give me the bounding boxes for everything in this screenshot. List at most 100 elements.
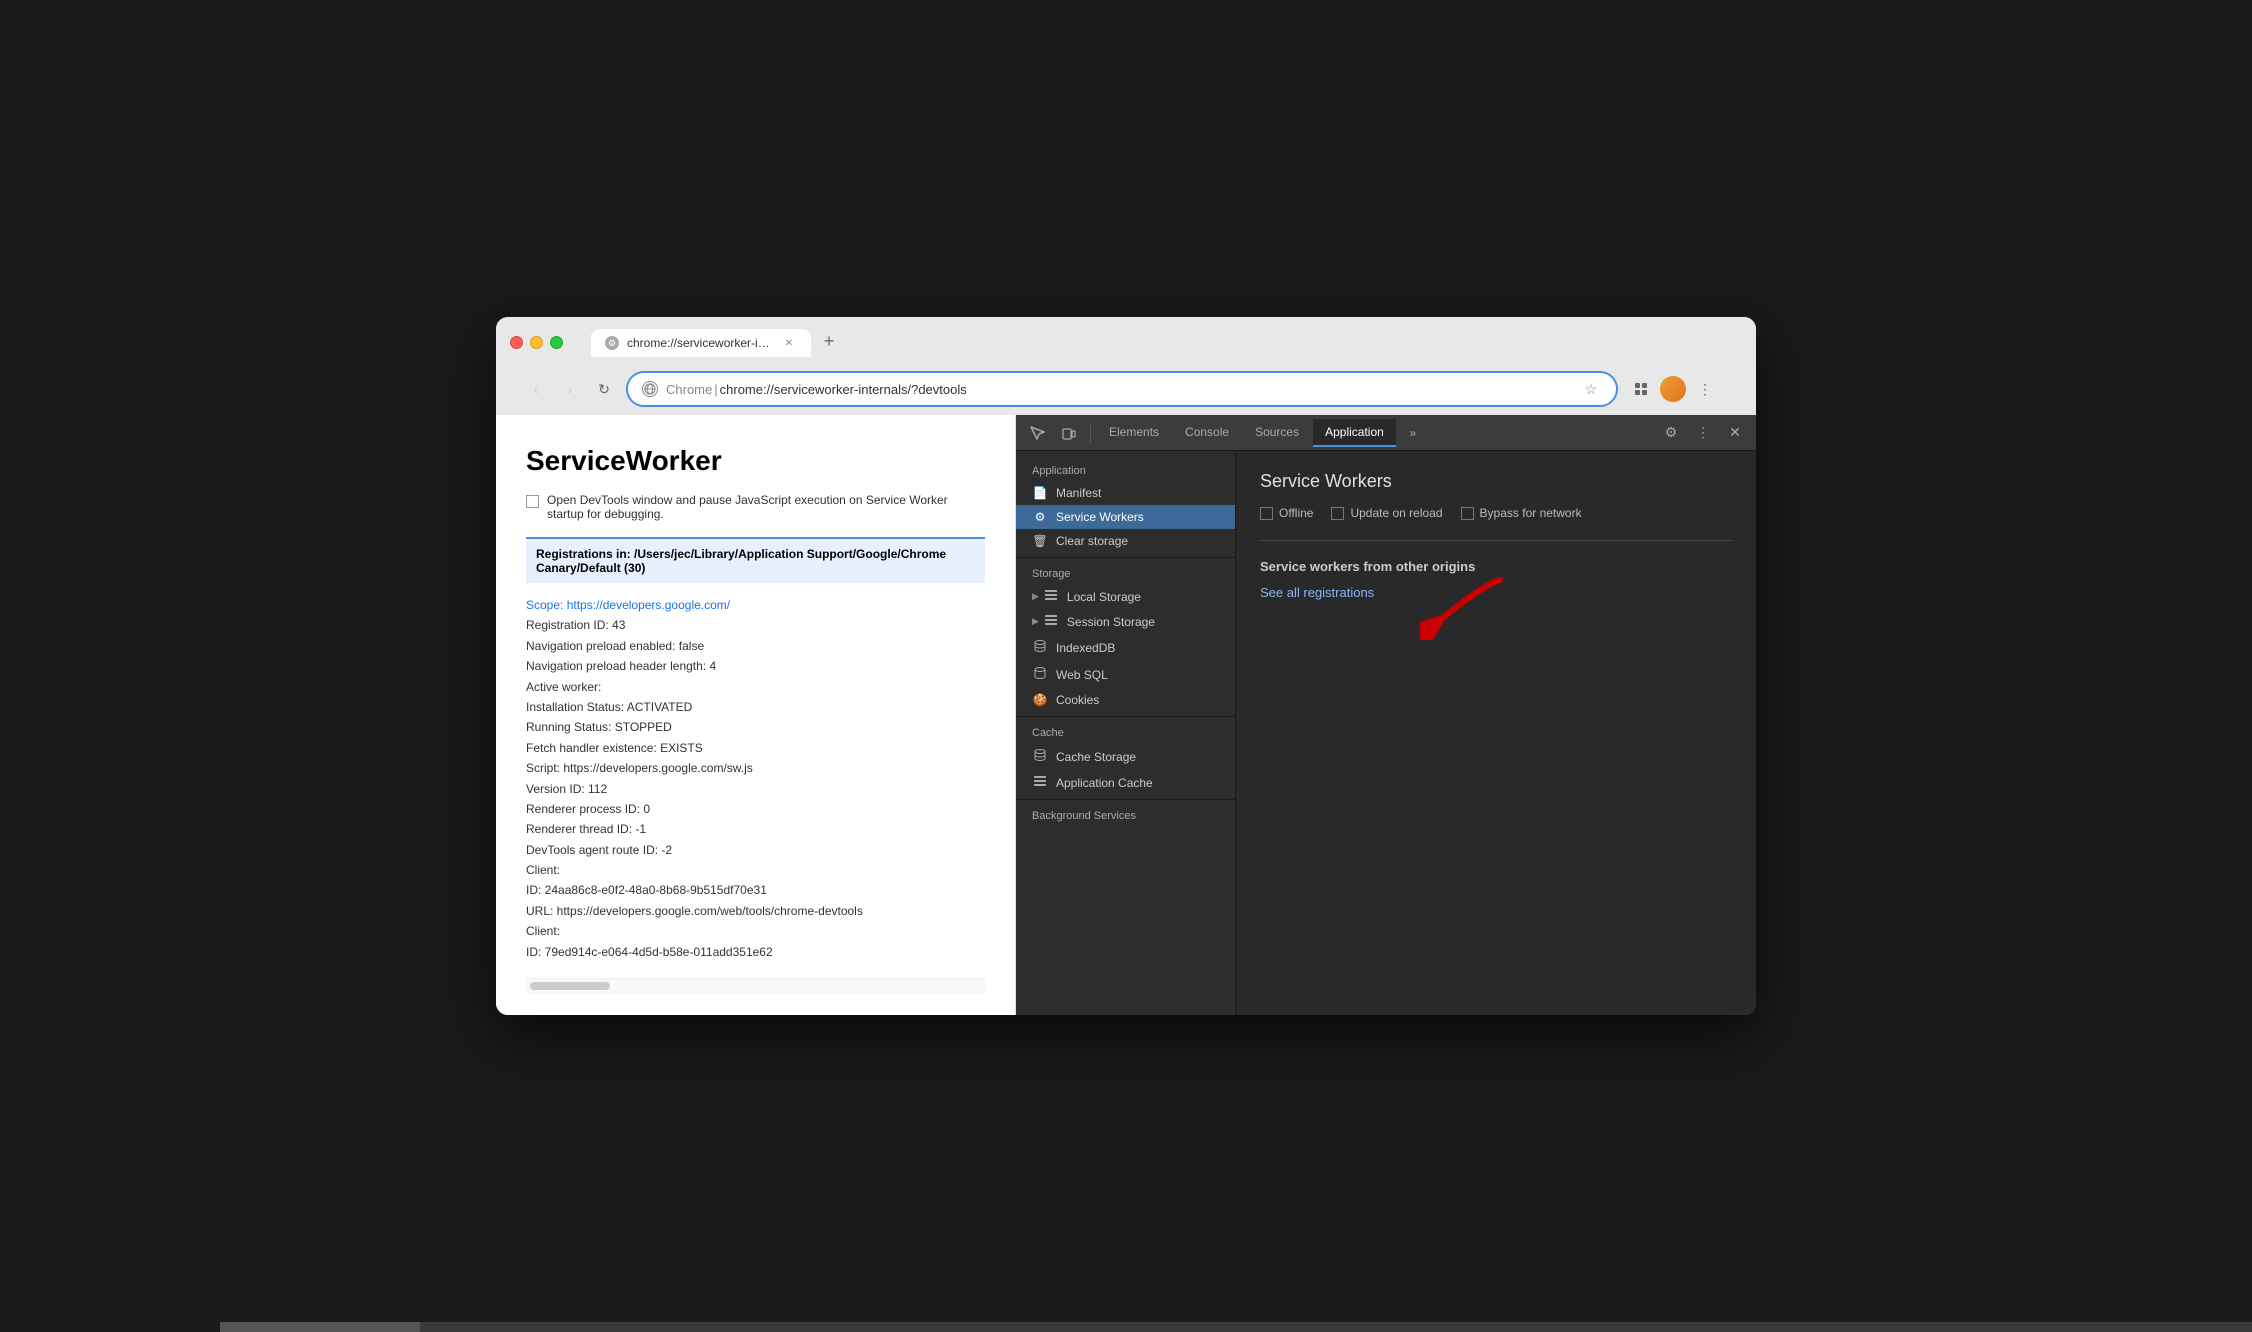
offline-checkbox[interactable] [1260,507,1273,520]
sw-options-row: Offline Update on reload Bypass for netw… [1260,506,1732,520]
client-id-2: ID: 79ed914c-e064-4d5d-b58e-011add351e62 [526,942,985,962]
cache-storage-icon [1032,748,1048,765]
sidebar-divider-3 [1016,799,1235,800]
close-devtools-button[interactable]: ✕ [1720,418,1750,448]
application-cache-icon [1032,775,1048,790]
new-tab-button[interactable]: + [815,327,843,355]
sidebar-item-app-cache-label: Application Cache [1056,776,1153,790]
menu-button[interactable]: ⋮ [1692,376,1718,402]
see-all-row: See all registrations [1260,585,1374,600]
sidebar-heading-bg-services: Background Services [1016,804,1235,826]
sidebar-heading-cache: Cache [1016,721,1235,743]
sidebar-item-web-sql[interactable]: Web SQL [1016,661,1235,688]
devtools-main: Service Workers Offline Update on reload [1236,451,1756,1015]
see-all-registrations-link[interactable]: See all registrations [1260,585,1374,600]
maximize-traffic-light[interactable] [550,336,563,349]
bookmark-button[interactable]: ☆ [1580,378,1602,400]
profile-button[interactable] [1660,376,1686,402]
script-path: Script: https://developers.google.com/sw… [526,758,985,778]
sidebar-section-storage: Storage ▶ Local Storage [1016,562,1235,712]
sidebar-item-service-workers[interactable]: ⚙ Service Workers [1016,505,1235,529]
cookies-icon: 🍪 [1032,693,1048,707]
sidebar-divider-1 [1016,557,1235,558]
more-tabs-button[interactable]: » [1398,418,1428,448]
more-options-button[interactable]: ⋮ [1688,418,1718,448]
tab-console[interactable]: Console [1173,419,1241,447]
tab-elements[interactable]: Elements [1097,419,1171,447]
reload-button[interactable]: ↻ [592,377,616,401]
annotation-arrow [1420,570,1520,640]
offline-label: Offline [1279,506,1313,520]
sidebar-section-cache: Cache Cache Storage [1016,721,1235,795]
settings-button[interactable]: ⚙ [1656,418,1686,448]
nav-preload-header: Navigation preload header length: 4 [526,656,985,676]
sidebar-item-cache-storage[interactable]: Cache Storage [1016,743,1235,770]
extensions-button[interactable] [1628,376,1654,402]
active-worker-label: Active worker: [526,677,985,697]
registration-block: Registrations in: /Users/jec/Library/App… [526,537,985,583]
client-url-1: URL: https://developers.google.com/web/t… [526,901,985,921]
local-storage-icon [1043,589,1059,604]
sidebar-item-indexeddb[interactable]: IndexedDB [1016,634,1235,661]
sidebar-item-clear-storage[interactable]: 🗑 Clear storage [1016,529,1235,553]
installation-status: Installation Status: ACTIVATED [526,697,985,717]
client-label-2: Client: [526,921,985,941]
url-origin: Chrome [666,382,712,397]
debug-checkbox[interactable] [526,495,539,508]
device-toolbar-button[interactable] [1054,418,1084,448]
sidebar-item-indexeddb-label: IndexedDB [1056,641,1115,655]
forward-button[interactable]: › [558,377,582,401]
indexeddb-icon [1032,639,1048,656]
scope-url: https://developers.google.com/ [567,598,730,612]
url-path: chrome://serviceworker-internals/?devtoo… [720,382,967,397]
devtools-agent: DevTools agent route ID: -2 [526,840,985,860]
sidebar-item-session-storage[interactable]: ▶ Session Storage [1016,609,1235,634]
browser-tab-active[interactable]: ⚙ chrome://serviceworker-intern... ✕ [591,329,811,357]
bypass-network-label: Bypass for network [1480,506,1582,520]
site-info-icon[interactable] [642,381,658,397]
renderer-thread: Renderer thread ID: -1 [526,819,985,839]
devtools-body: Application 📄 Manifest ⚙ Service Workers… [1016,451,1756,1015]
page-title: ServiceWorker [526,445,985,477]
url-actions: ☆ [1580,378,1602,400]
version-id: Version ID: 112 [526,779,985,799]
debug-label: Open DevTools window and pause JavaScrip… [547,493,985,521]
registration-heading: Registrations in: /Users/jec/Library/App… [536,547,946,575]
inspect-element-button[interactable] [1022,418,1052,448]
title-bar: ⚙ chrome://serviceworker-intern... ✕ + ‹… [496,317,1756,415]
url-sep: | [714,382,717,397]
devtools-panel: Elements Console Sources Application » ⚙… [1016,415,1756,1015]
sidebar-heading-storage: Storage [1016,562,1235,584]
bypass-network-checkbox[interactable] [1461,507,1474,520]
local-storage-arrow-icon: ▶ [1032,591,1039,602]
devtools-sidebar: Application 📄 Manifest ⚙ Service Workers… [1016,451,1236,1015]
sidebar-item-manifest[interactable]: 📄 Manifest [1016,481,1235,505]
scope-link[interactable]: Scope: https://developers.google.com/ [526,598,730,612]
offline-checkbox-item: Offline [1260,506,1313,520]
update-on-reload-checkbox[interactable] [1331,507,1344,520]
sidebar-item-session-storage-label: Session Storage [1067,615,1155,629]
debug-checkbox-row: Open DevTools window and pause JavaScrip… [526,493,985,521]
sidebar-item-application-cache[interactable]: Application Cache [1016,770,1235,795]
back-button[interactable]: ‹ [524,377,548,401]
worker-details: Scope: https://developers.google.com/ Re… [526,595,985,962]
sidebar-heading-application: Application [1016,459,1235,481]
sidebar-item-local-storage[interactable]: ▶ Local Storage [1016,584,1235,609]
traffic-lights [510,336,563,349]
sidebar-item-clear-label: Clear storage [1056,534,1128,548]
sidebar-section-application: Application 📄 Manifest ⚙ Service Workers… [1016,459,1235,553]
minimize-traffic-light[interactable] [530,336,543,349]
tab-sources[interactable]: Sources [1243,419,1311,447]
manifest-icon: 📄 [1032,486,1048,500]
tab-close-button[interactable]: ✕ [781,335,797,351]
web-sql-icon [1032,666,1048,683]
close-traffic-light[interactable] [510,336,523,349]
tab-favicon: ⚙ [605,336,619,350]
browser-window: ⚙ chrome://serviceworker-intern... ✕ + ‹… [496,317,1756,1015]
url-bar[interactable]: Chrome | chrome://serviceworker-internal… [626,371,1618,407]
sidebar-item-cookies[interactable]: 🍪 Cookies [1016,688,1235,712]
client-label-1: Client: [526,860,985,880]
page-scrollbar[interactable] [530,982,610,990]
tab-application[interactable]: Application [1313,419,1396,447]
bypass-network-checkbox-item: Bypass for network [1461,506,1582,520]
